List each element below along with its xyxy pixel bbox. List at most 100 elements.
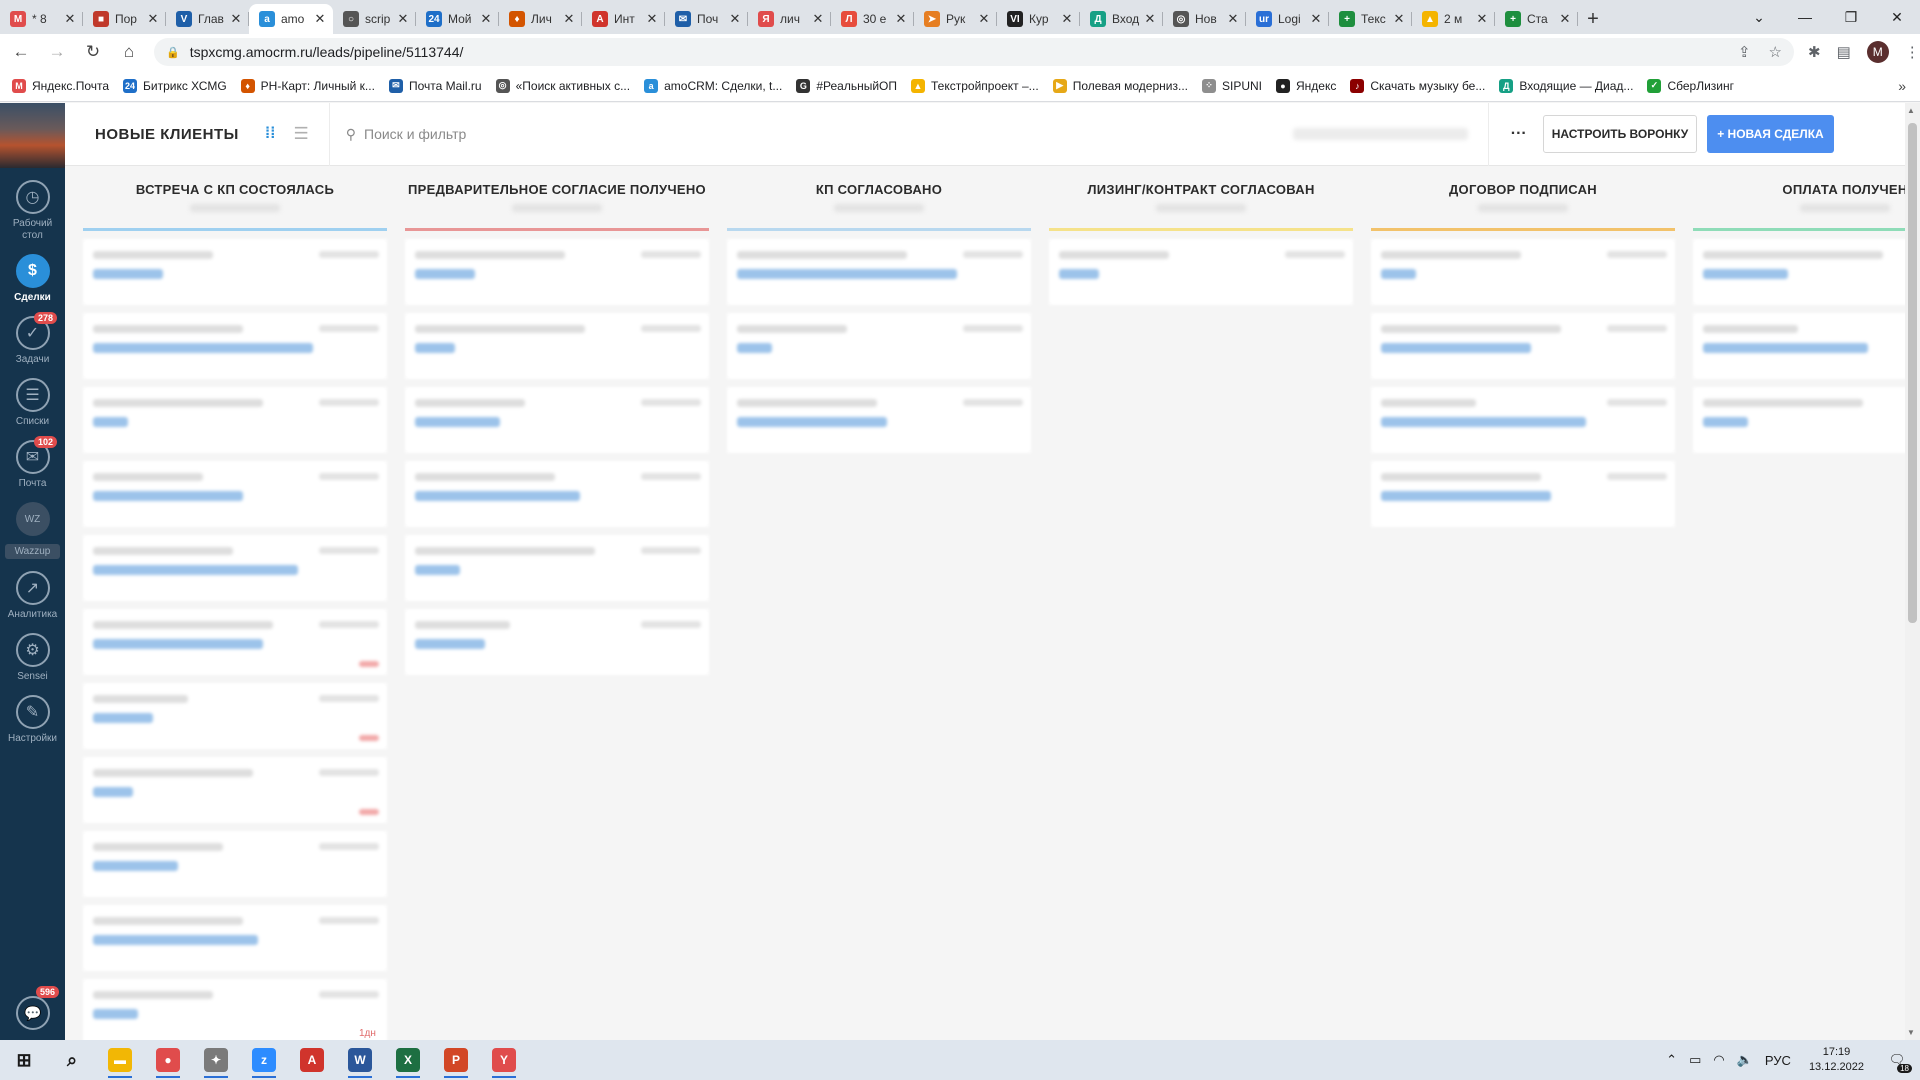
browser-tab[interactable]: A Инт ✕	[582, 4, 665, 34]
deal-card[interactable]	[83, 535, 387, 601]
bookmark-item[interactable]: ⁘ SIPUNI	[1202, 78, 1262, 93]
deal-card[interactable]	[405, 461, 709, 527]
nav-item[interactable]: ☰ Списки	[0, 378, 65, 428]
zoom-icon[interactable]: z	[240, 1040, 288, 1080]
back-arrow-icon[interactable]: ←	[6, 37, 36, 67]
wifi-icon[interactable]: ◠	[1713, 1052, 1724, 1068]
browser-tab[interactable]: ✉ Поч ✕	[665, 4, 748, 34]
deal-card[interactable]	[83, 239, 387, 305]
browser-tab[interactable]: + Текс ✕	[1329, 4, 1412, 34]
nav-item[interactable]: ✎ Настройки	[0, 695, 65, 745]
app-icon[interactable]: ✦	[192, 1040, 240, 1080]
browser-tab[interactable]: VI Кур ✕	[997, 4, 1080, 34]
deal-card[interactable]	[1371, 239, 1675, 305]
deal-card[interactable]	[405, 609, 709, 675]
deal-card[interactable]	[83, 979, 387, 1040]
browser-tab[interactable]: ▲ 2 м ✕	[1412, 4, 1495, 34]
deal-card[interactable]	[1371, 461, 1675, 527]
excel-icon[interactable]: X	[384, 1040, 432, 1080]
powerpoint-icon[interactable]: P	[432, 1040, 480, 1080]
tab-close-icon[interactable]: ✕	[1558, 11, 1572, 27]
deal-card[interactable]	[405, 239, 709, 305]
tab-close-icon[interactable]: ✕	[63, 11, 77, 27]
minimize-icon[interactable]: —	[1782, 0, 1828, 34]
tray-chevron-icon[interactable]: ⌃	[1666, 1052, 1677, 1068]
notifications-icon[interactable]: 🗨 18	[1882, 1045, 1912, 1075]
browser-tab[interactable]: V Глав ✕	[166, 4, 249, 34]
tab-close-icon[interactable]: ✕	[229, 11, 243, 27]
nav-item[interactable]: ⚙ Sensei	[0, 633, 65, 683]
battery-icon[interactable]: ▭	[1689, 1052, 1701, 1068]
deal-card[interactable]	[83, 387, 387, 453]
maximize-icon[interactable]: ❐	[1828, 0, 1874, 34]
close-icon[interactable]: ✕	[1874, 0, 1920, 34]
more-actions-button[interactable]: ···	[1511, 125, 1527, 143]
scroll-down-arrow-icon[interactable]: ▼	[1907, 1028, 1915, 1037]
forward-arrow-icon[interactable]: →	[42, 37, 72, 67]
setup-pipeline-button[interactable]: НАСТРОИТЬ ВОРОНКУ	[1542, 115, 1698, 153]
bookmark-item[interactable]: ✓ СберЛизинг	[1647, 78, 1734, 93]
language-indicator[interactable]: РУС	[1765, 1053, 1791, 1068]
column-header[interactable]: КП СОГЛАСОВАНО	[723, 166, 1035, 226]
tab-close-icon[interactable]: ✕	[146, 11, 160, 27]
browser-tab[interactable]: ◎ Нов ✕	[1163, 4, 1246, 34]
deal-card[interactable]	[1049, 239, 1353, 305]
lock-icon[interactable]: 🔒	[166, 46, 180, 59]
kanban-view-icon[interactable]: ⁞⁞	[265, 125, 276, 143]
bookmark-item[interactable]: Д Входящие — Диад...	[1499, 78, 1633, 93]
tab-close-icon[interactable]: ✕	[1309, 11, 1323, 27]
deal-card[interactable]	[1371, 387, 1675, 453]
deal-card[interactable]	[1693, 313, 1905, 379]
bookmark-item[interactable]: M Яндекс.Почта	[12, 78, 109, 93]
deal-card[interactable]	[405, 387, 709, 453]
bookmark-item[interactable]: ✉ Почта Mail.ru	[388, 78, 482, 93]
profile-avatar[interactable]: M	[1866, 41, 1889, 63]
deal-card[interactable]	[83, 905, 387, 971]
bookmark-star-icon[interactable]: ☆	[1769, 43, 1782, 61]
browser-tab[interactable]: 24 Мой ✕	[416, 4, 499, 34]
side-panel-icon[interactable]: ▤	[1837, 43, 1851, 61]
bookmark-item[interactable]: 24 Битрикс ХСМG	[123, 78, 227, 93]
deal-card[interactable]	[727, 313, 1031, 379]
account-avatar[interactable]	[0, 103, 65, 168]
nav-item[interactable]: $ Сделки	[0, 254, 65, 304]
deal-card[interactable]	[1693, 387, 1905, 453]
tab-close-icon[interactable]: ✕	[313, 11, 327, 27]
deal-card[interactable]	[1693, 239, 1905, 305]
nav-item[interactable]: WZ Wazzup	[0, 502, 65, 559]
extensions-icon[interactable]: ✱	[1808, 43, 1821, 61]
column-header[interactable]: ДОГОВОР ПОДПИСАН	[1367, 166, 1679, 226]
list-view-icon[interactable]: ☰	[294, 124, 309, 144]
browser-tab[interactable]: M * 8 ✕	[0, 4, 83, 34]
pipeline-title[interactable]: НОВЫЕ КЛИЕНТЫ	[95, 126, 239, 143]
browser-tab[interactable]: ➤ Рук ✕	[914, 4, 997, 34]
tab-close-icon[interactable]: ✕	[1143, 11, 1157, 27]
deal-card[interactable]	[727, 239, 1031, 305]
browser-tab[interactable]: ♦ Лич ✕	[499, 4, 582, 34]
chevron-down-icon[interactable]: ⌄	[1736, 0, 1782, 34]
reload-icon[interactable]: ↻	[78, 37, 108, 67]
tab-close-icon[interactable]: ✕	[977, 11, 991, 27]
acrobat-icon[interactable]: A	[288, 1040, 336, 1080]
bookmark-item[interactable]: ◎ «Поиск активных с...	[495, 78, 630, 93]
tab-close-icon[interactable]: ✕	[1226, 11, 1240, 27]
tab-close-icon[interactable]: ✕	[396, 11, 410, 27]
browser-tab[interactable]: ■ Пор ✕	[83, 4, 166, 34]
home-icon[interactable]: ⌂	[114, 37, 144, 67]
deal-card[interactable]	[1371, 313, 1675, 379]
search-filter-input[interactable]: ⚲ Поиск и фильтр	[328, 102, 1489, 166]
deal-card[interactable]	[83, 683, 387, 749]
deal-card[interactable]	[83, 461, 387, 527]
tab-close-icon[interactable]: ✕	[479, 11, 493, 27]
bookmark-item[interactable]: G #РеальныйОП	[796, 78, 897, 93]
browser-menu-icon[interactable]: ⋮	[1905, 43, 1920, 61]
wazzup-label[interactable]: Wazzup	[5, 544, 60, 559]
column-header[interactable]: ВСТРЕЧА С КП СОСТОЯЛАСЬ	[79, 166, 391, 226]
more-bookmarks-icon[interactable]: »	[1898, 78, 1906, 94]
column-header[interactable]: ПРЕДВАРИТЕЛЬНОЕ СОГЛАСИЕ ПОЛУЧЕНО	[401, 166, 713, 226]
deal-card[interactable]	[83, 831, 387, 897]
tab-close-icon[interactable]: ✕	[1475, 11, 1489, 27]
deal-card[interactable]	[83, 313, 387, 379]
tab-close-icon[interactable]: ✕	[894, 11, 908, 27]
word-icon[interactable]: W	[336, 1040, 384, 1080]
